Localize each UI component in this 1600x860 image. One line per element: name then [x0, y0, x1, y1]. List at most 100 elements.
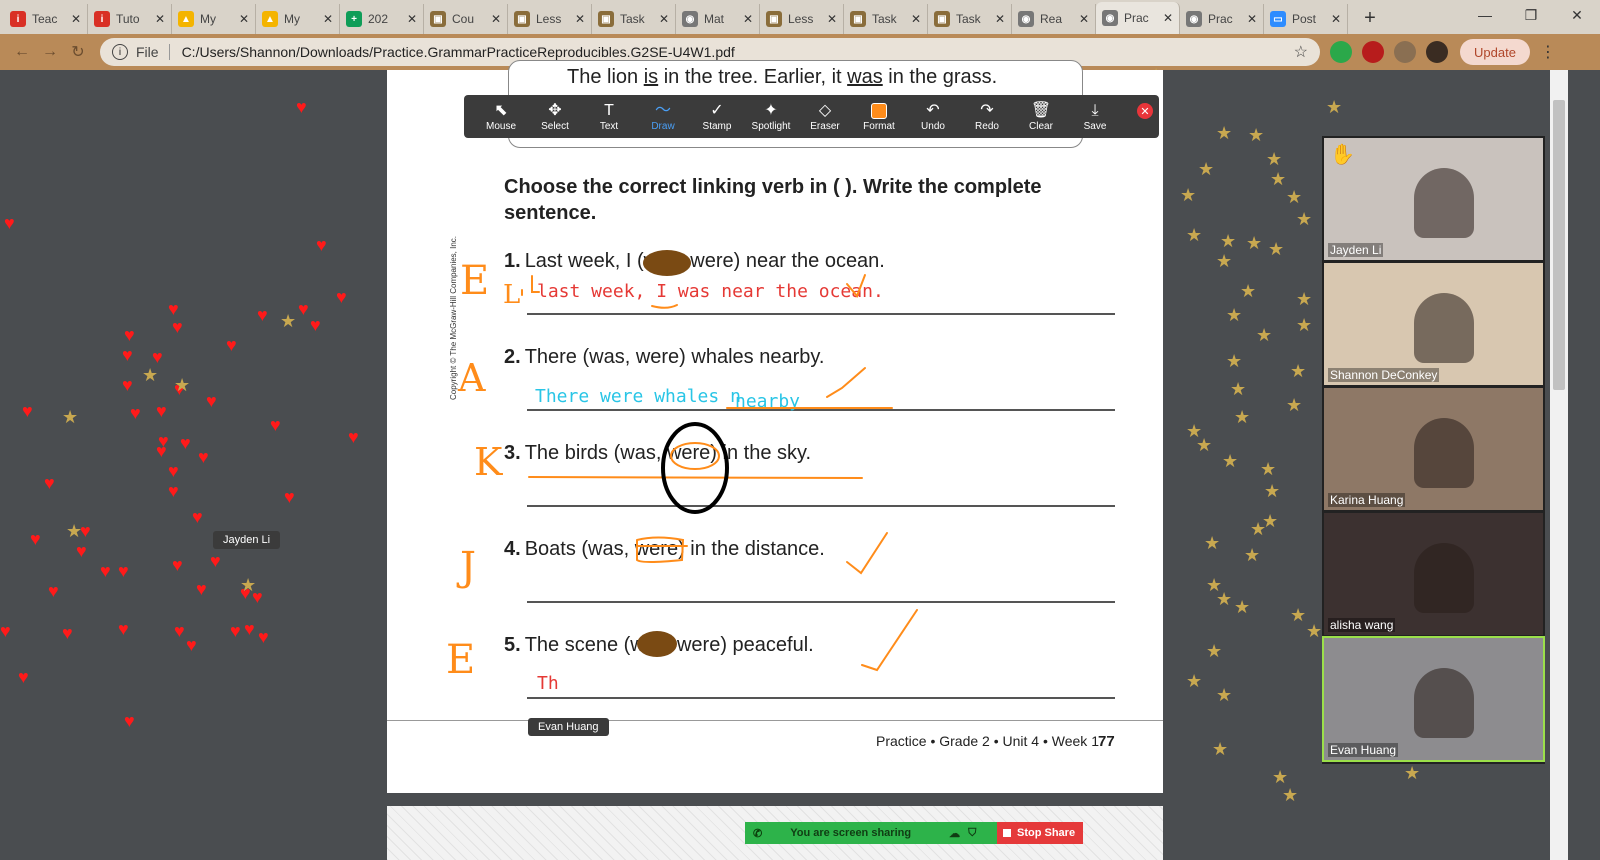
- profile-avatar[interactable]: [1426, 41, 1448, 63]
- tool-label: Draw: [651, 121, 675, 132]
- check-mark-5: [861, 609, 918, 672]
- scrollbar-thumb[interactable]: [1553, 100, 1565, 390]
- star-stamp-icon: ★: [1226, 351, 1243, 371]
- tab-label: Tuto: [116, 12, 140, 26]
- tool-spotlight[interactable]: ✦ Spotlight: [744, 101, 798, 132]
- tab-favicon-icon: ▲: [178, 11, 194, 27]
- tab-close-icon[interactable]: ✕: [1247, 12, 1257, 26]
- tab-favicon-icon: ▭: [1270, 11, 1286, 27]
- participant-video-tile[interactable]: alisha wang: [1324, 513, 1543, 635]
- check-mark-1: [846, 274, 866, 298]
- star-stamp-icon: ★: [1244, 545, 1261, 565]
- browser-tab[interactable]: ▲ My ✕: [172, 4, 256, 34]
- tab-close-icon[interactable]: ✕: [407, 12, 417, 26]
- tool-label: Redo: [975, 121, 999, 132]
- tab-close-icon[interactable]: ✕: [155, 12, 165, 26]
- extension-green-icon[interactable]: [1330, 41, 1352, 63]
- back-icon[interactable]: ←: [8, 43, 36, 61]
- tab-close-icon[interactable]: ✕: [1331, 12, 1341, 26]
- browser-tab[interactable]: ▣ Task ✕: [928, 4, 1012, 34]
- tab-close-icon[interactable]: ✕: [323, 12, 333, 26]
- stop-share-button[interactable]: Stop Share: [997, 822, 1083, 844]
- star-stamp-icon: ★: [1268, 239, 1285, 259]
- tab-close-icon[interactable]: ✕: [995, 12, 1005, 26]
- participant-video-tile[interactable]: Evan Huang: [1322, 636, 1545, 762]
- heart-stamp-icon: ♥: [172, 555, 183, 575]
- tab-close-icon[interactable]: ✕: [491, 12, 501, 26]
- tool-mouse[interactable]: ⬉ Mouse: [474, 101, 528, 132]
- tool-stamp[interactable]: ✓ Stamp: [690, 101, 744, 132]
- forward-icon[interactable]: →: [36, 43, 64, 61]
- browser-tab[interactable]: +202 ✕: [340, 4, 424, 34]
- tab-close-icon[interactable]: ✕: [71, 12, 81, 26]
- info-icon[interactable]: i: [112, 44, 128, 60]
- tool-undo[interactable]: ↶ Undo: [906, 101, 960, 132]
- heart-stamp-icon: ♥: [230, 621, 241, 641]
- heart-stamp-icon: ♥: [198, 447, 209, 467]
- update-button[interactable]: Update: [1460, 39, 1530, 65]
- reload-icon[interactable]: ↻: [64, 42, 92, 62]
- extension-puzzle-icon[interactable]: [1394, 41, 1416, 63]
- close-annotation-icon[interactable]: ✕: [1137, 103, 1153, 119]
- tab-close-icon[interactable]: ✕: [575, 12, 585, 26]
- tool-save[interactable]: ⤓ Save: [1068, 101, 1122, 132]
- tab-close-icon[interactable]: ✕: [1163, 11, 1173, 25]
- minimize-icon[interactable]: —: [1462, 0, 1508, 30]
- participant-video-tile[interactable]: Karina Huang: [1324, 388, 1543, 510]
- circle-were-3: [670, 442, 720, 470]
- browser-tab[interactable]: ▣ Cou ✕: [424, 4, 508, 34]
- tool-select[interactable]: ✥ Select: [528, 101, 582, 132]
- extension-red-icon[interactable]: [1362, 41, 1384, 63]
- margin-letter-4: K: [474, 440, 503, 484]
- tab-favicon-icon: ▣: [430, 11, 446, 27]
- tab-favicon-icon: ◉: [1186, 11, 1202, 27]
- close-window-icon[interactable]: ✕: [1554, 0, 1600, 30]
- browser-tab[interactable]: ◉ Rea ✕: [1012, 4, 1096, 34]
- participant-video-tile[interactable]: Shannon DeConkey: [1324, 263, 1543, 385]
- tool-redo[interactable]: ↷ Redo: [960, 101, 1014, 132]
- brown-oval-was-5: [637, 631, 677, 657]
- raised-hand-icon: ✋: [1330, 144, 1355, 166]
- heart-stamp-icon: ♥: [168, 299, 179, 319]
- browser-tab[interactable]: i Teac ✕: [4, 4, 88, 34]
- new-tab-button[interactable]: +: [1356, 4, 1384, 32]
- browser-tab[interactable]: ▲ My ✕: [256, 4, 340, 34]
- tab-close-icon[interactable]: ✕: [827, 12, 837, 26]
- browser-tab[interactable]: ▣ Task ✕: [592, 4, 676, 34]
- bookmark-star-icon[interactable]: ☆: [1294, 42, 1308, 62]
- text-icon: T: [604, 102, 614, 119]
- tab-close-icon[interactable]: ✕: [911, 12, 921, 26]
- tool-text[interactable]: T Text: [582, 101, 636, 132]
- browser-tab[interactable]: ▣ Less ✕: [760, 4, 844, 34]
- star-stamp-icon: ★: [1186, 671, 1203, 691]
- menu-kebab-icon[interactable]: ⋮: [1540, 42, 1556, 62]
- tool-draw[interactable]: 〜 Draw: [636, 101, 690, 132]
- tab-close-icon[interactable]: ✕: [659, 12, 669, 26]
- browser-tab[interactable]: ◉ Mat ✕: [676, 4, 760, 34]
- tab-favicon-icon: +: [346, 11, 362, 27]
- tool-eraser[interactable]: ◇ Eraser: [798, 101, 852, 132]
- star-stamp-icon: ★: [1296, 209, 1313, 229]
- heart-stamp-icon: ♥: [4, 213, 15, 233]
- restore-icon[interactable]: ❐: [1508, 0, 1554, 30]
- participant-silhouette: [1414, 293, 1474, 363]
- tool-clear[interactable]: 🗑 Clear: [1014, 101, 1068, 132]
- heart-stamp-icon: ♥: [48, 581, 59, 601]
- browser-tab[interactable]: ▣ Task ✕: [844, 4, 928, 34]
- heart-stamp-icon: ♥: [296, 97, 307, 117]
- browser-tab[interactable]: ▣ Less ✕: [508, 4, 592, 34]
- browser-tab[interactable]: ◉ Prac ✕: [1180, 4, 1264, 34]
- star-stamp-icon: ★: [1270, 169, 1287, 189]
- browser-tab[interactable]: ◉ Prac ✕: [1096, 2, 1180, 34]
- star-stamp-icon: ★: [1196, 435, 1213, 455]
- tab-close-icon[interactable]: ✕: [239, 12, 249, 26]
- tab-close-icon[interactable]: ✕: [743, 12, 753, 26]
- address-url[interactable]: C:/Users/Shannon/Downloads/Practice.Gram…: [182, 44, 1294, 60]
- browser-tab[interactable]: i Tuto ✕: [88, 4, 172, 34]
- tab-close-icon[interactable]: ✕: [1079, 12, 1089, 26]
- participant-video-tile[interactable]: ✋ Jayden Li: [1324, 138, 1543, 260]
- heart-stamp-icon: ♥: [18, 667, 29, 687]
- tool-label: Format: [863, 121, 895, 132]
- browser-tab[interactable]: ▭ Post ✕: [1264, 4, 1348, 34]
- tool-format[interactable]: Format: [852, 101, 906, 132]
